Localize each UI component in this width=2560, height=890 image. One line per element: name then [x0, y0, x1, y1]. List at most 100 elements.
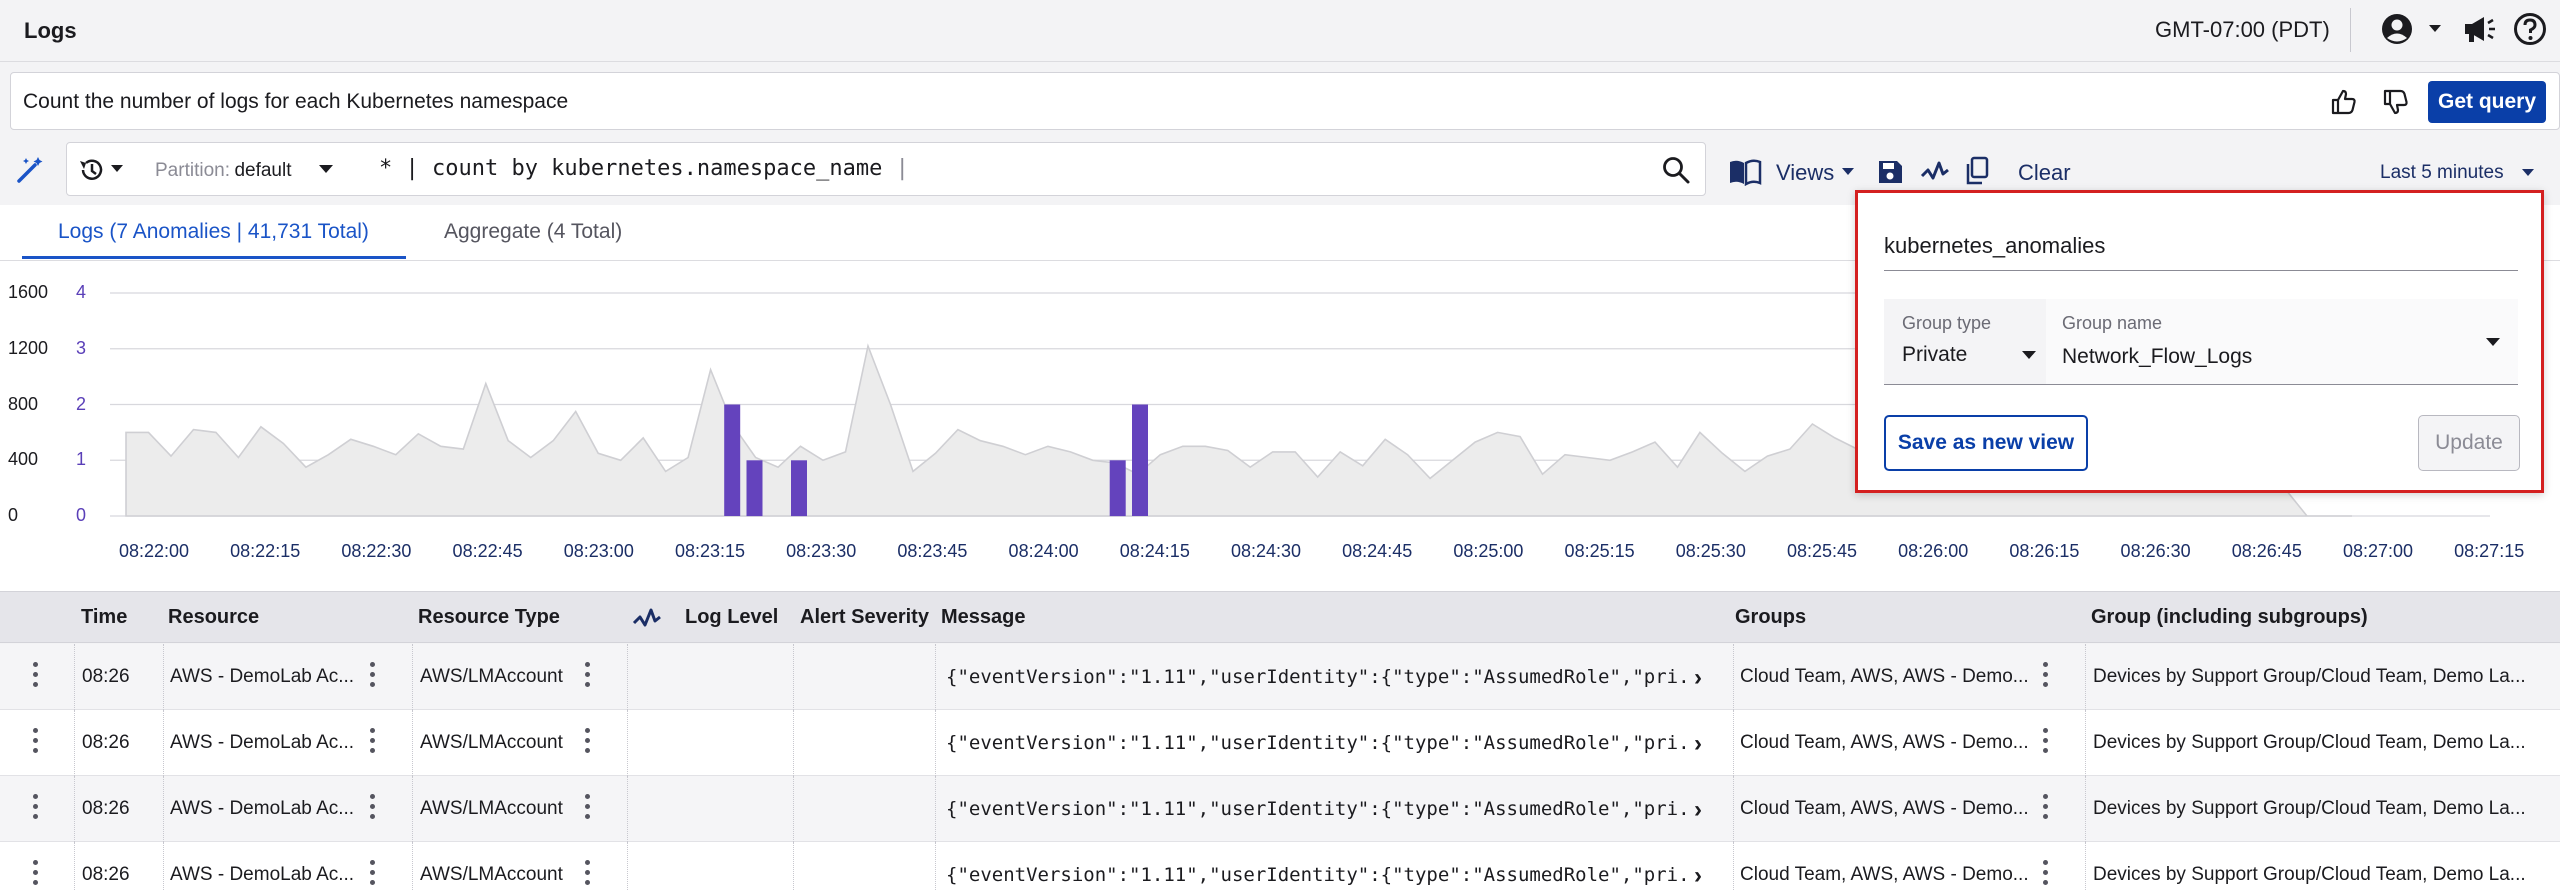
partition-selector[interactable]: Partition: default	[155, 160, 291, 182]
kebab-menu-icon[interactable]	[30, 860, 40, 890]
column-divider	[1733, 644, 1734, 710]
chart-x-tick: 08:24:45	[1342, 541, 1413, 561]
table-row[interactable]: 08:26 AWS - DemoLab Ac... AWS/LMAccount {"e…	[0, 776, 2560, 842]
clear-button[interactable]: Clear	[2018, 160, 2071, 186]
column-header-alert-severity[interactable]: Alert Severity	[800, 606, 929, 629]
cell-time: 08:26	[82, 732, 130, 753]
column-divider	[627, 710, 628, 776]
expand-row-icon[interactable]: ›	[1694, 862, 1702, 890]
tab-logs[interactable]: Logs (7 Anomalies | 41,731 Total)	[58, 220, 369, 244]
expand-row-icon[interactable]: ›	[1694, 796, 1702, 824]
column-divider	[2085, 776, 2086, 842]
anomaly-column-icon[interactable]	[632, 607, 662, 631]
kebab-menu-icon[interactable]	[582, 860, 592, 890]
column-divider	[412, 776, 413, 842]
cell-resource: AWS - DemoLab Ac...	[170, 666, 355, 687]
column-header-groups[interactable]: Groups	[1735, 606, 1806, 629]
expand-row-icon[interactable]: ›	[1694, 664, 1702, 692]
table-row[interactable]: 08:26 AWS - DemoLab Ac... AWS/LMAccount {"e…	[0, 842, 2560, 890]
cell-groups: Cloud Team, AWS, AWS - Demo...	[1740, 864, 2029, 885]
column-header-time[interactable]: Time	[81, 606, 127, 629]
column-divider	[2085, 644, 2086, 710]
history-icon[interactable]	[77, 155, 107, 185]
group-type-select[interactable]: Group type Private	[1884, 299, 2046, 385]
column-divider	[163, 776, 164, 842]
column-header-resource[interactable]: Resource	[168, 606, 259, 629]
help-icon[interactable]	[2513, 12, 2547, 46]
chart-y-tick-left: 800	[8, 393, 39, 414]
chart-x-tick: 08:25:45	[1786, 541, 1858, 561]
chevron-down-icon[interactable]	[2428, 24, 2442, 34]
column-divider	[627, 644, 628, 710]
time-range-selector[interactable]: Last 5 minutes	[2380, 162, 2504, 184]
query-text: * | count by kubernetes.namespace_name	[379, 156, 883, 181]
anomaly-bar[interactable]	[746, 460, 763, 517]
save-icon[interactable]	[1876, 158, 1904, 186]
column-divider	[2085, 842, 2086, 890]
chart-y-tick-right: 3	[76, 337, 87, 358]
active-tab-indicator	[22, 256, 406, 259]
tab-aggregate[interactable]: Aggregate (4 Total)	[444, 220, 622, 244]
views-menu[interactable]: Views	[1776, 160, 1834, 186]
table-header: Time Resource Resource Type Log Level Al…	[0, 591, 2560, 643]
views-chevron-icon[interactable]	[1842, 168, 1854, 176]
column-header-log-level[interactable]: Log Level	[685, 606, 778, 629]
timezone-label[interactable]: GMT-07:00 (PDT)	[2155, 17, 2330, 43]
kebab-menu-icon[interactable]	[30, 794, 40, 824]
anomaly-bar[interactable]	[1109, 460, 1126, 517]
column-header-message[interactable]: Message	[941, 606, 1026, 629]
thumbs-up-icon[interactable]	[2329, 87, 2359, 117]
time-range-chevron-icon[interactable]	[2522, 169, 2534, 177]
chart-y-tick-right: 0	[76, 505, 87, 525]
column-divider	[74, 710, 75, 776]
kebab-menu-icon[interactable]	[582, 794, 592, 824]
chart-x-tick: 08:22:30	[341, 541, 412, 561]
expand-row-icon[interactable]: ›	[1694, 730, 1702, 758]
chart-x-tick: 08:24:00	[1008, 541, 1079, 561]
user-circle-icon[interactable]	[2380, 12, 2414, 46]
column-divider	[163, 710, 164, 776]
copy-icon[interactable]	[1964, 156, 1990, 186]
anomaly-bar[interactable]	[1132, 404, 1148, 517]
nl-query-input[interactable]: Count the number of logs for each Kubern…	[23, 90, 568, 114]
cell-resource-type: AWS/LMAccount	[420, 666, 563, 687]
column-header-resource-type[interactable]: Resource Type	[418, 606, 560, 629]
kebab-menu-icon[interactable]	[582, 728, 592, 758]
group-type-chevron-icon	[2022, 351, 2036, 359]
cell-groups: Cloud Team, AWS, AWS - Demo...	[1740, 798, 2029, 819]
megaphone-icon[interactable]	[2462, 13, 2496, 45]
update-view-button[interactable]: Update	[2418, 415, 2520, 471]
table-row[interactable]: 08:26 AWS - DemoLab Ac... AWS/LMAccount {"e…	[0, 710, 2560, 776]
partition-chevron-icon[interactable]	[319, 165, 333, 174]
group-name-value: Network_Flow_Logs	[2062, 345, 2253, 368]
thumbs-down-icon[interactable]	[2381, 87, 2411, 117]
view-name-input[interactable]: kubernetes_anomalies	[1884, 233, 2105, 259]
kebab-menu-icon[interactable]	[30, 662, 40, 692]
cell-group-subgroups: Devices by Support Group/Cloud Team, Dem…	[2093, 798, 2526, 819]
partition-value: default	[234, 160, 292, 181]
anomaly-bar[interactable]	[724, 404, 741, 517]
cell-group-subgroups: Devices by Support Group/Cloud Team, Dem…	[2093, 864, 2526, 885]
magic-wand-icon[interactable]	[14, 154, 46, 186]
anomaly-bar[interactable]	[791, 460, 807, 517]
cell-resource-type: AWS/LMAccount	[420, 732, 563, 753]
search-icon[interactable]	[1661, 155, 1691, 185]
kebab-menu-icon[interactable]	[30, 728, 40, 758]
chart-y-tick-right: 1	[76, 449, 87, 470]
anomaly-icon[interactable]	[1920, 158, 1950, 186]
cell-resource: AWS - DemoLab Ac...	[170, 864, 355, 885]
table-row[interactable]: 08:26 AWS - DemoLab Ac... AWS/LMAccount {"e…	[0, 644, 2560, 710]
book-icon[interactable]	[1728, 158, 1762, 186]
history-chevron-icon[interactable]	[111, 165, 123, 173]
save-as-new-view-button[interactable]: Save as new view	[1884, 415, 2088, 471]
group-name-select[interactable]: Group name Network_Flow_Logs	[2046, 299, 2518, 385]
chart-x-tick: 08:24:30	[1230, 541, 1302, 561]
chart-x-tick: 08:25:30	[1675, 541, 1746, 561]
get-query-button[interactable]: Get query	[2428, 81, 2546, 123]
query-input[interactable]: * | count by kubernetes.namespace_name |	[379, 156, 909, 181]
column-divider	[412, 842, 413, 890]
column-header-group-subgroups[interactable]: Group (including subgroups)	[2091, 606, 2368, 629]
cell-resource: AWS - DemoLab Ac...	[170, 732, 355, 753]
chart-x-tick: 08:26:00	[1898, 541, 1969, 561]
kebab-menu-icon[interactable]	[582, 662, 592, 692]
